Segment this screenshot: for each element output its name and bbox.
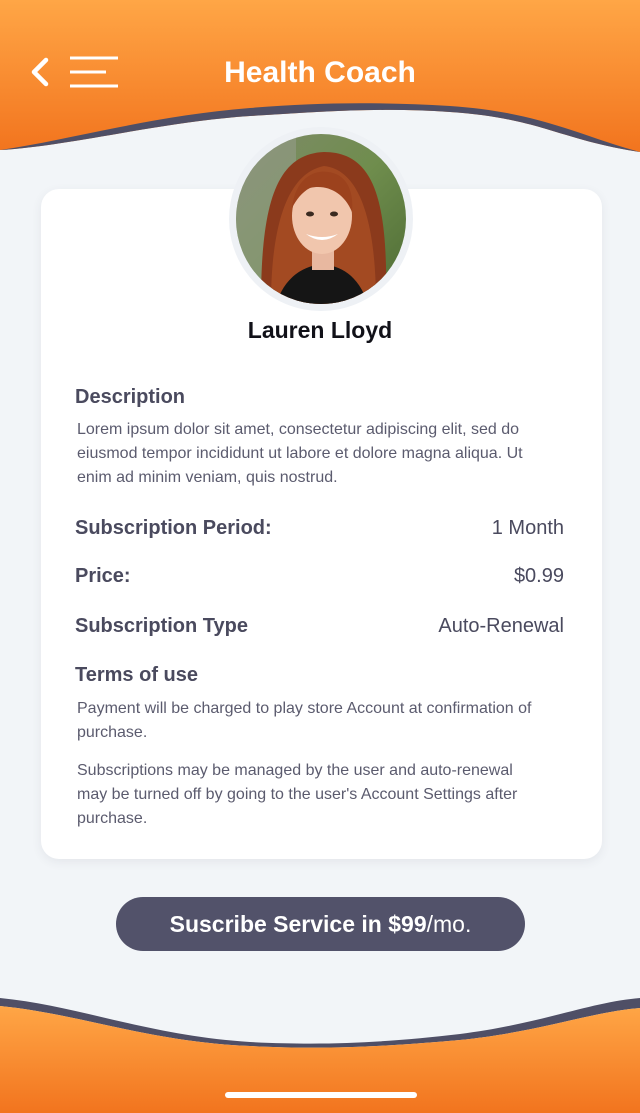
subscription-period-label: Subscription Period: [75, 517, 272, 539]
page-title: Health Coach [224, 56, 416, 89]
subscribe-price: $99 [388, 911, 427, 937]
terms-line: purchase. [77, 810, 148, 827]
terms-line: Subscriptions may be managed by the user… [77, 762, 513, 779]
subscription-type-value: Auto-Renewal [438, 615, 564, 637]
subscribe-prefix: Suscribe Service in [169, 911, 389, 937]
subscription-period-value: 1 Month [491, 517, 564, 539]
description-heading: Description [75, 386, 186, 408]
terms-paragraph-1: Payment will be charged to play store Ac… [77, 697, 567, 745]
avatar [236, 134, 406, 304]
price-label: Price: [75, 565, 131, 587]
coach-name: Lauren Lloyd [247, 317, 393, 343]
description-line: Lorem ipsum dolor sit amet, consectetur … [77, 421, 519, 438]
price-value: $0.99 [513, 565, 564, 587]
terms-heading: Terms of use [75, 664, 198, 686]
terms-line: may be turned off by going to the user's… [77, 786, 518, 803]
subscribe-button[interactable]: Suscribe Service in $99/mo. [116, 897, 525, 951]
description-text: Lorem ipsum dolor sit amet, consectetur … [77, 418, 567, 490]
subscribe-suffix: /mo. [426, 911, 472, 937]
description-line: eiusmod tempor incididunt ut labore et d… [77, 445, 523, 462]
terms-line: purchase. [77, 724, 148, 741]
home-indicator[interactable] [225, 1092, 417, 1098]
terms-paragraph-2: Subscriptions may be managed by the user… [77, 759, 567, 831]
subscription-type-label: Subscription Type [75, 615, 248, 637]
description-line: enim ad minim veniam, quis nostrud. [77, 469, 338, 486]
terms-line: Payment will be charged to play store Ac… [77, 700, 532, 717]
